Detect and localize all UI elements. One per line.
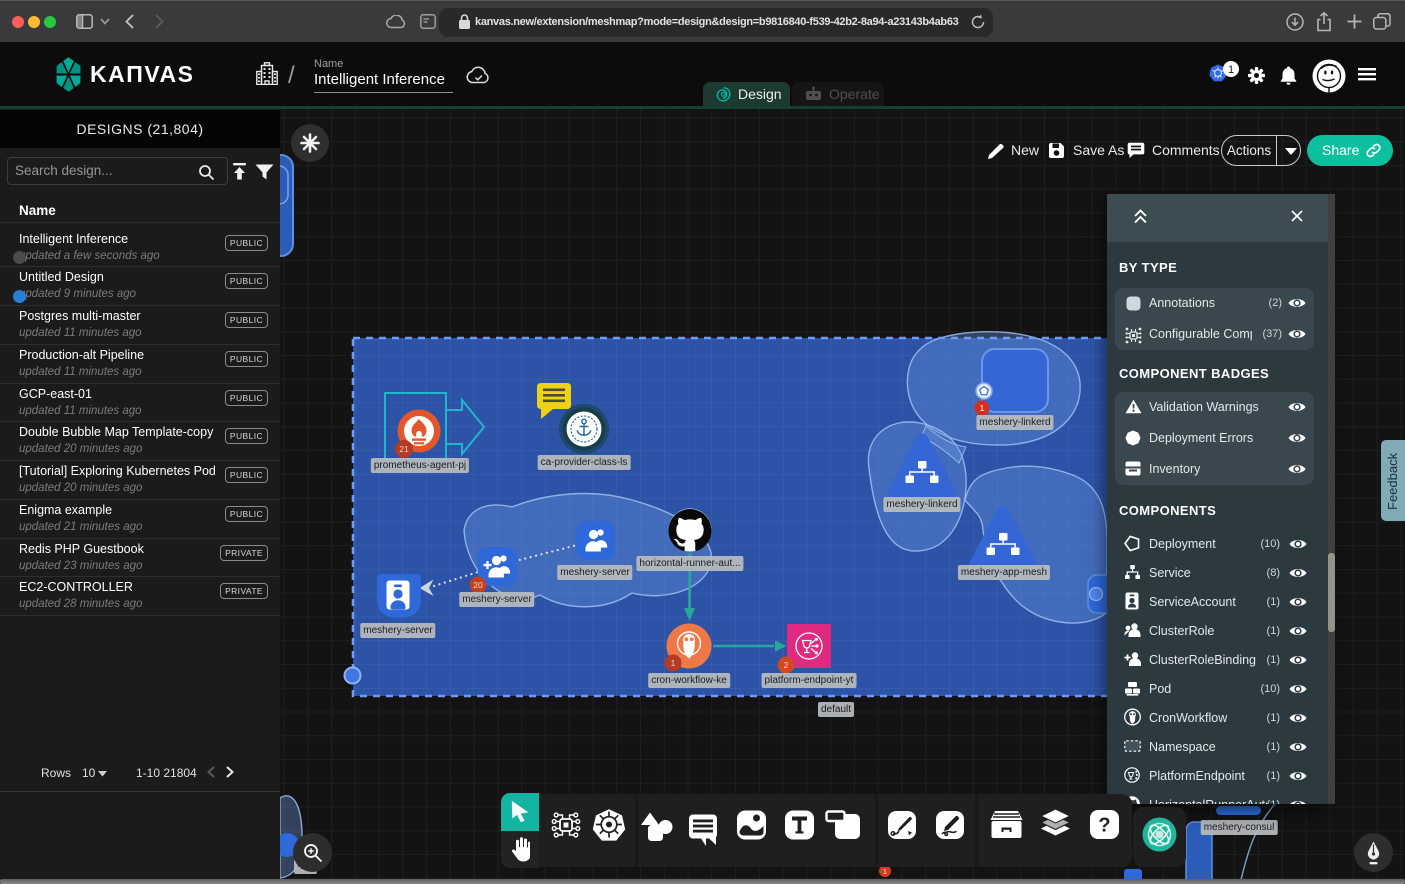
svg-text:1: 1 [671,658,676,668]
svg-text:?: ? [1098,815,1110,837]
svg-text:20: 20 [473,580,483,590]
svg-text:1: 1 [1228,64,1234,76]
svg-text:21: 21 [399,444,409,454]
svg-text:2: 2 [784,660,789,670]
svg-text:1: 1 [980,403,985,413]
svg-text:1: 1 [883,869,887,876]
